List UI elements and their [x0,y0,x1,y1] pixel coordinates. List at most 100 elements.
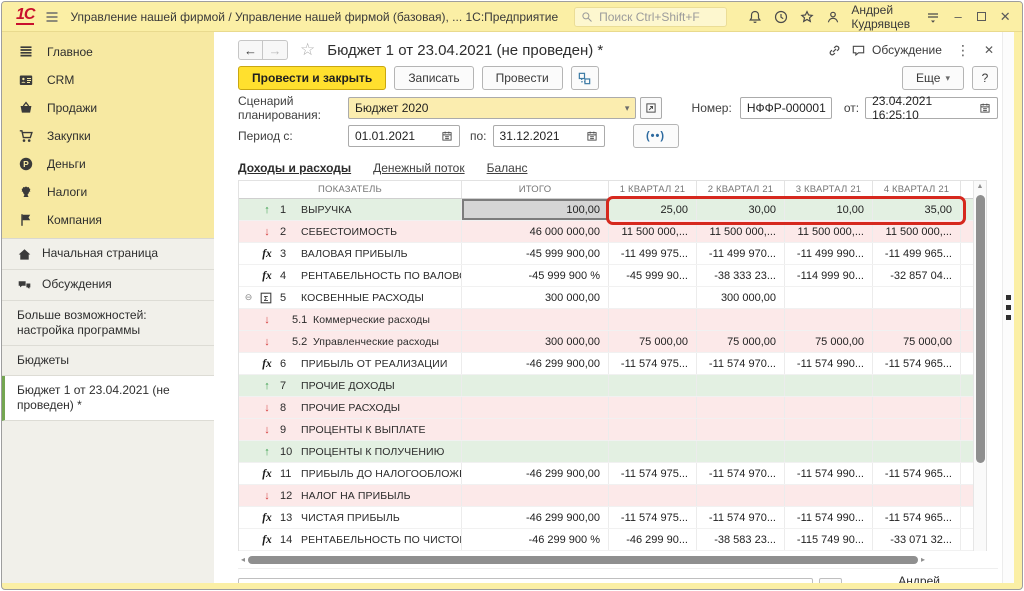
cell-total[interactable]: -46 299 900,00 [462,507,609,528]
sidebar-splitter[interactable] [214,32,222,583]
cell-quarter-3[interactable]: 11 500 000,... [785,221,873,242]
post-button[interactable]: Провести [482,66,563,90]
cell-quarter-2[interactable]: 75 000,00 [697,331,785,352]
scroll-right-icon[interactable]: ▸ [918,555,928,564]
table-row[interactable]: ↓5.2Управленческие расходы300 000,0075 0… [239,331,986,353]
cell-total[interactable] [462,441,609,462]
cell-quarter-1[interactable] [609,397,697,418]
cell-indicator[interactable]: ↓5.2Управленческие расходы [239,331,462,352]
current-user-name[interactable]: Андрей Кудрявцев [851,3,915,31]
cell-indicator[interactable]: fx6ПРИБЫЛЬ ОТ РЕАЛИЗАЦИИ [239,353,462,374]
cell-quarter-2[interactable] [697,441,785,462]
calendar-icon[interactable] [979,102,991,114]
cell-quarter-2[interactable] [697,485,785,506]
comment-input[interactable]: Комментарий [238,578,813,584]
cell-total[interactable]: -45 999 900 % [462,265,609,286]
cell-quarter-1[interactable]: -11 574 975... [609,507,697,528]
cell-quarter-3[interactable]: -11 574 990... [785,463,873,484]
cell-quarter-1[interactable]: 75 000,00 [609,331,697,352]
cell-quarter-2[interactable]: 30,00 [697,199,785,220]
period-from-input[interactable]: 01.01.2021 [348,125,460,147]
table-row[interactable]: fx3ВАЛОВАЯ ПРИБЫЛЬ-45 999 900,00-11 499 … [239,243,986,265]
cell-quarter-4[interactable]: 75 000,00 [873,331,961,352]
cell-quarter-1[interactable]: -11 574 975... [609,463,697,484]
cell-quarter-2[interactable]: 300 000,00 [697,287,785,308]
cell-quarter-3[interactable]: -115 749 90... [785,529,873,550]
cell-total[interactable]: 46 000 000,00 [462,221,609,242]
table-row[interactable]: fx11ПРИБЫЛЬ ДО НАЛОГООБЛОЖЕНИЯ-46 299 90… [239,463,986,485]
hamburger-menu-icon[interactable] [44,8,60,26]
favorites-star-icon[interactable] [799,8,815,26]
cell-quarter-3[interactable]: -11 574 990... [785,507,873,528]
cell-quarter-2[interactable] [697,375,785,396]
search-input[interactable]: Поиск Ctrl+Shift+F [574,7,727,27]
cell-quarter-1[interactable] [609,375,697,396]
more-menu-icon[interactable]: ⋮ [950,42,976,59]
cell-quarter-4[interactable] [873,397,961,418]
cell-quarter-4[interactable] [873,441,961,462]
cell-indicator[interactable]: ↑1ВЫРУЧКА [239,199,462,220]
cell-quarter-4[interactable] [873,375,961,396]
comment-more-button[interactable]: ... [819,578,842,584]
sidebar-item-main[interactable]: Главное [2,38,214,66]
history-icon[interactable] [773,8,789,26]
cell-quarter-3[interactable] [785,287,873,308]
cell-quarter-3[interactable]: 75 000,00 [785,331,873,352]
cell-quarter-4[interactable]: 11 500 000,... [873,221,961,242]
cell-quarter-4[interactable] [873,309,961,330]
sidebar-item-деньги[interactable]: РДеньги [2,150,214,178]
cell-quarter-2[interactable] [697,419,785,440]
cell-quarter-2[interactable]: -11 574 970... [697,463,785,484]
cell-indicator[interactable]: ↓8ПРОЧИЕ РАСХОДЫ [239,397,462,418]
period-to-input[interactable]: 31.12.2021 [493,125,605,147]
post-and-close-button[interactable]: Провести и закрыть [238,66,386,90]
cell-quarter-2[interactable]: -38 333 23... [697,265,785,286]
cell-quarter-1[interactable] [609,485,697,506]
cell-indicator[interactable]: ⊖Σ5КОСВЕННЫЕ РАСХОДЫ [239,287,462,308]
cell-quarter-1[interactable]: -45 999 90... [609,265,697,286]
table-row[interactable]: ↓8ПРОЧИЕ РАСХОДЫ [239,397,986,419]
sidebar-item-налоги[interactable]: Налоги [2,178,214,206]
calendar-icon[interactable] [441,130,453,142]
cell-indicator[interactable]: fx11ПРИБЫЛЬ ДО НАЛОГООБЛОЖЕНИЯ [239,463,462,484]
table-row[interactable]: fx14РЕНТАБЕЛЬНОСТЬ ПО ЧИСТОЙ ПР...-46 29… [239,529,986,551]
table-row[interactable]: ↑1ВЫРУЧКА100,0025,0030,0010,0035,00 [239,199,986,221]
table-row[interactable]: fx4РЕНТАБЕЛЬНОСТЬ ПО ВАЛОВОЙ ПР...-45 99… [239,265,986,287]
more-actions-button[interactable]: Еще▾ [902,66,964,90]
user-icon[interactable] [825,8,841,26]
cell-quarter-3[interactable]: 10,00 [785,199,873,220]
cell-total[interactable]: -46 299 900,00 [462,463,609,484]
cell-quarter-1[interactable] [609,419,697,440]
column-header[interactable]: ПОКАЗАТЕЛЬ [239,181,462,198]
cell-quarter-1[interactable] [609,309,697,330]
cell-quarter-3[interactable]: -11 574 990... [785,353,873,374]
notifications-bell-icon[interactable] [747,8,763,26]
column-header[interactable]: ИТОГО [462,181,609,198]
cell-total[interactable]: 300 000,00 [462,287,609,308]
column-header[interactable]: 3 КВАРТАЛ 21 [785,181,873,198]
cell-quarter-4[interactable] [873,419,961,440]
tab-link[interactable]: Денежный поток [373,161,464,175]
table-row[interactable]: ↑10ПРОЦЕНТЫ К ПОЛУЧЕНИЮ [239,441,986,463]
forward-button[interactable]: → [263,40,288,60]
cell-total[interactable] [462,397,609,418]
horizontal-scroll-thumb[interactable] [248,556,918,564]
cell-quarter-4[interactable]: 35,00 [873,199,961,220]
cell-quarter-1[interactable]: -11 574 975... [609,353,697,374]
document-structure-button[interactable] [571,66,599,90]
cell-quarter-3[interactable] [785,309,873,330]
minimize-button[interactable]: – [951,9,965,24]
service-menu-icon[interactable] [925,8,941,26]
sidebar-item-закупки[interactable]: Закупки [2,122,214,150]
cell-total[interactable] [462,485,609,506]
column-header[interactable]: 1 КВАРТАЛ 21 [609,181,697,198]
table-row[interactable]: ↓12НАЛОГ НА ПРИБЫЛЬ [239,485,986,507]
scenario-input[interactable]: Бюджет 2020 ▾ [348,97,636,119]
tab-link[interactable]: Баланс [487,161,528,175]
cell-quarter-1[interactable]: 11 500 000,... [609,221,697,242]
cell-quarter-4[interactable]: -11 574 965... [873,507,961,528]
cell-indicator[interactable]: fx4РЕНТАБЕЛЬНОСТЬ ПО ВАЛОВОЙ ПР... [239,265,462,286]
sidebar-item-crm[interactable]: CRM [2,66,214,94]
sidebar-nav-item[interactable]: Больше возможностей: настройка программы [2,301,214,346]
cell-quarter-3[interactable] [785,375,873,396]
